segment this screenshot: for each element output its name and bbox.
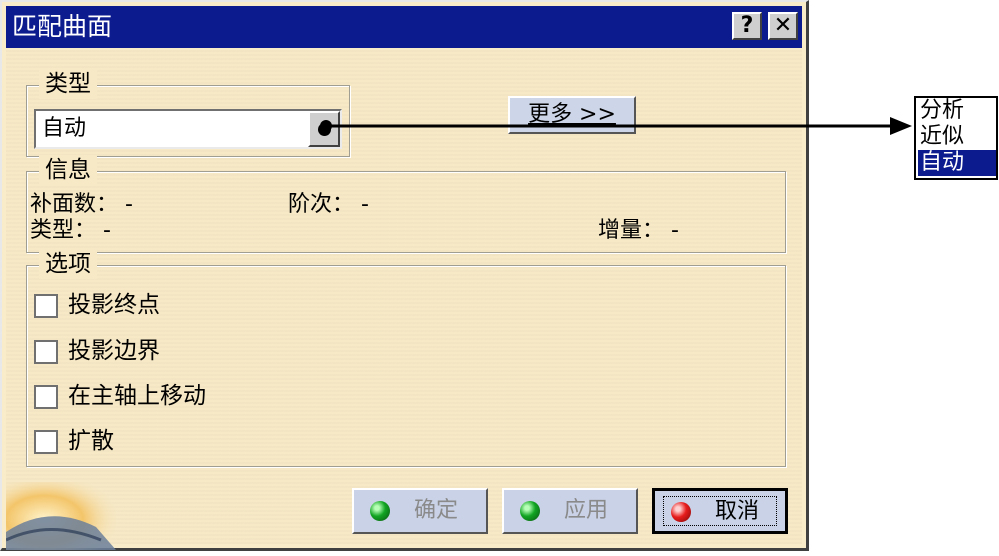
order-text: 阶次： - [288, 192, 369, 217]
info-group-legend: 信息 [39, 155, 97, 185]
type-combo[interactable]: 自动 [34, 109, 342, 149]
help-icon[interactable]: ? [732, 12, 762, 40]
decorative-logo-graphic [6, 482, 116, 550]
apply-button[interactable]: 应用 [502, 488, 638, 534]
checkbox[interactable] [34, 430, 58, 454]
checkbox[interactable] [34, 385, 58, 409]
checkbox-label: 投影终点 [68, 292, 160, 318]
checkbox-label: 投影边界 [68, 338, 160, 364]
list-item-auto[interactable]: 自动 [918, 150, 996, 176]
close-icon[interactable]: ✕ [768, 12, 798, 40]
checkbox-label: 在主轴上移动 [68, 383, 206, 409]
more-button[interactable]: 更多 >> [508, 96, 636, 134]
checkbox[interactable] [34, 294, 58, 318]
type-info-text: 类型： - [30, 218, 111, 243]
checkbox-label: 扩散 [68, 428, 114, 454]
apply-button-label: 应用 [564, 498, 609, 523]
dropdown-dot [318, 123, 331, 136]
ok-button[interactable]: 确定 [352, 488, 488, 534]
apply-led-icon [520, 501, 540, 521]
cancel-led-icon [671, 502, 691, 522]
ok-button-label: 确定 [414, 498, 459, 523]
cancel-button[interactable]: 取消 [652, 488, 788, 534]
cancel-button-label: 取消 [715, 499, 760, 524]
ok-led-icon [370, 501, 390, 521]
match-surface-dialog: 匹配曲面 ? ✕ 类型 自动 更多 >> 信息 补面数： - 阶次： - 类型：… [0, 0, 809, 551]
type-group-legend: 类型 [39, 69, 97, 99]
dropdown-arrow-icon[interactable] [308, 111, 340, 147]
checkbox[interactable] [34, 340, 58, 364]
dialog-title: 匹配曲面 [12, 12, 113, 41]
more-button-label: 更多 >> [528, 102, 616, 127]
list-item-approximate[interactable]: 近似 [918, 124, 996, 150]
type-dropdown-list[interactable]: 分析 近似 自动 [914, 96, 998, 180]
options-group-legend: 选项 [39, 249, 97, 279]
increment-text: 增量： - [598, 218, 679, 243]
type-combo-value: 自动 [42, 116, 87, 141]
patch-count-text: 补面数： - [30, 192, 133, 217]
title-bar[interactable]: 匹配曲面 ? ✕ [6, 6, 802, 48]
list-item-analysis[interactable]: 分析 [918, 98, 996, 124]
